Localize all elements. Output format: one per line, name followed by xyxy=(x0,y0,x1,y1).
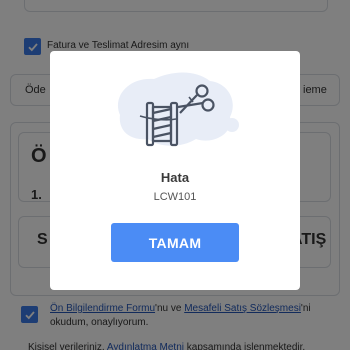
thread-and-scissors-icon xyxy=(117,72,239,147)
error-dialog: Hata LCW101 TAMAM xyxy=(50,51,300,290)
ok-button[interactable]: TAMAM xyxy=(111,223,239,262)
error-code: LCW101 xyxy=(153,191,197,203)
dialog-title: Hata xyxy=(160,170,190,185)
